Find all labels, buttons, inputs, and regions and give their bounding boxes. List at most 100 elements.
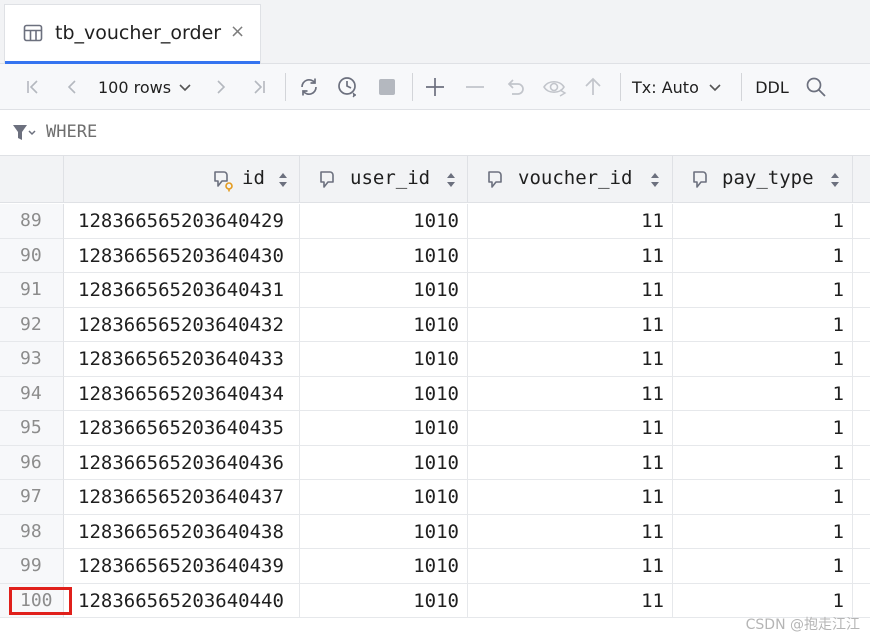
cell-overflow — [853, 584, 870, 618]
row-number-header[interactable] — [0, 156, 64, 203]
sort-icon[interactable] — [446, 172, 456, 192]
cell-voucher-id[interactable]: 11 — [468, 514, 673, 549]
row-number[interactable]: 99 — [0, 549, 64, 584]
cell-id[interactable]: 128366565203640439 — [64, 549, 300, 584]
sort-icon[interactable] — [830, 172, 840, 192]
cell-pay-type[interactable]: 1 — [673, 376, 853, 411]
add-row-button[interactable] — [420, 64, 450, 110]
cell-pay-type[interactable]: 1 — [673, 273, 853, 308]
column-label: id — [242, 167, 265, 189]
column-header-pay-type[interactable]: pay_type — [673, 156, 853, 203]
preview-changes-button[interactable] — [538, 64, 572, 110]
cell-user-id[interactable]: 1010 — [300, 273, 468, 308]
next-page-icon — [211, 77, 231, 97]
cell-voucher-id[interactable]: 11 — [468, 411, 673, 446]
cell-pay-type[interactable]: 1 — [673, 583, 853, 618]
row-number[interactable]: 92 — [0, 307, 64, 342]
where-filter-bar[interactable]: WHERE — [0, 110, 870, 156]
sort-icon[interactable] — [650, 172, 660, 192]
tab-tb-voucher-order[interactable]: tb_voucher_order × — [4, 4, 261, 64]
cell-pay-type[interactable]: 1 — [673, 238, 853, 273]
cell-voucher-id[interactable]: 11 — [468, 204, 673, 239]
cell-pay-type[interactable]: 1 — [673, 445, 853, 480]
row-number[interactable]: 98 — [0, 514, 64, 549]
first-page-button[interactable] — [18, 64, 48, 110]
cell-voucher-id[interactable]: 11 — [468, 549, 673, 584]
highlight-annotation-box — [9, 586, 72, 615]
cell-user-id[interactable]: 1010 — [300, 514, 468, 549]
row-number[interactable]: 94 — [0, 376, 64, 411]
sort-icon[interactable] — [278, 172, 288, 192]
revert-button[interactable] — [500, 64, 530, 110]
cell-voucher-id[interactable]: 11 — [468, 583, 673, 618]
ddl-button[interactable]: DDL — [750, 64, 794, 110]
cell-pay-type[interactable]: 1 — [673, 480, 853, 515]
row-number[interactable]: 89 — [0, 204, 64, 239]
cell-voucher-id[interactable]: 11 — [468, 273, 673, 308]
cell-pay-type[interactable]: 1 — [673, 549, 853, 584]
cell-overflow — [853, 411, 870, 446]
stop-button[interactable] — [372, 64, 402, 110]
row-number[interactable]: 95 — [0, 411, 64, 446]
cell-id[interactable]: 128366565203640434 — [64, 376, 300, 411]
filter-icon[interactable] — [12, 124, 38, 146]
column-header-voucher-id[interactable]: voucher_id — [468, 156, 673, 203]
delete-row-button[interactable] — [460, 64, 490, 110]
row-number[interactable]: 90 — [0, 238, 64, 273]
last-page-button[interactable] — [244, 64, 274, 110]
cell-user-id[interactable]: 1010 — [300, 307, 468, 342]
cell-pay-type[interactable]: 1 — [673, 514, 853, 549]
cell-id[interactable]: 128366565203640429 — [64, 204, 300, 239]
delete-row-icon — [464, 76, 486, 98]
cell-id[interactable]: 128366565203640432 — [64, 307, 300, 342]
column-header-user-id[interactable]: user_id — [300, 156, 468, 203]
cell-user-id[interactable]: 1010 — [300, 238, 468, 273]
column-header-id[interactable]: id — [64, 156, 300, 203]
cell-id[interactable]: 128366565203640431 — [64, 273, 300, 308]
cell-user-id[interactable]: 1010 — [300, 583, 468, 618]
cell-id[interactable]: 128366565203640435 — [64, 411, 300, 446]
prev-page-button[interactable] — [57, 64, 87, 110]
row-number[interactable]: 91 — [0, 273, 64, 308]
cell-user-id[interactable]: 1010 — [300, 204, 468, 239]
cell-voucher-id[interactable]: 11 — [468, 238, 673, 273]
history-button[interactable] — [332, 64, 364, 110]
cell-voucher-id[interactable]: 11 — [468, 445, 673, 480]
cell-user-id[interactable]: 1010 — [300, 376, 468, 411]
cell-user-id[interactable]: 1010 — [300, 411, 468, 446]
cell-id[interactable]: 128366565203640433 — [64, 342, 300, 377]
page-size-dropdown[interactable]: 100 rows — [98, 64, 202, 110]
row-number[interactable]: 97 — [0, 480, 64, 515]
row-number[interactable]: 96 — [0, 445, 64, 480]
cell-id[interactable]: 128366565203640430 — [64, 238, 300, 273]
cell-voucher-id[interactable]: 11 — [468, 342, 673, 377]
data-editor-toolbar: 100 rows Tx: Auto DDL — [0, 64, 870, 110]
refresh-button[interactable] — [294, 64, 324, 110]
cell-overflow — [853, 273, 870, 308]
stop-icon — [377, 77, 397, 97]
cell-id[interactable]: 128366565203640440 — [64, 583, 300, 618]
cell-voucher-id[interactable]: 11 — [468, 307, 673, 342]
row-number[interactable]: 93 — [0, 342, 64, 377]
cell-voucher-id[interactable]: 11 — [468, 480, 673, 515]
cell-pay-type[interactable]: 1 — [673, 342, 853, 377]
cell-pay-type[interactable]: 1 — [673, 204, 853, 239]
where-filter-input[interactable]: WHERE — [46, 122, 97, 142]
cell-id[interactable]: 128366565203640437 — [64, 480, 300, 515]
cell-user-id[interactable]: 1010 — [300, 549, 468, 584]
transaction-mode-dropdown[interactable]: Tx: Auto — [632, 64, 732, 110]
search-button[interactable] — [801, 64, 831, 110]
cell-id[interactable]: 128366565203640436 — [64, 445, 300, 480]
cell-user-id[interactable]: 1010 — [300, 445, 468, 480]
cell-pay-type[interactable]: 1 — [673, 411, 853, 446]
cell-user-id[interactable]: 1010 — [300, 480, 468, 515]
cell-voucher-id[interactable]: 11 — [468, 376, 673, 411]
column-icon — [487, 170, 509, 194]
last-page-icon — [249, 77, 269, 97]
close-icon[interactable]: × — [230, 22, 245, 42]
cell-user-id[interactable]: 1010 — [300, 342, 468, 377]
next-page-button[interactable] — [206, 64, 236, 110]
submit-button[interactable] — [578, 64, 608, 110]
cell-id[interactable]: 128366565203640438 — [64, 514, 300, 549]
cell-pay-type[interactable]: 1 — [673, 307, 853, 342]
